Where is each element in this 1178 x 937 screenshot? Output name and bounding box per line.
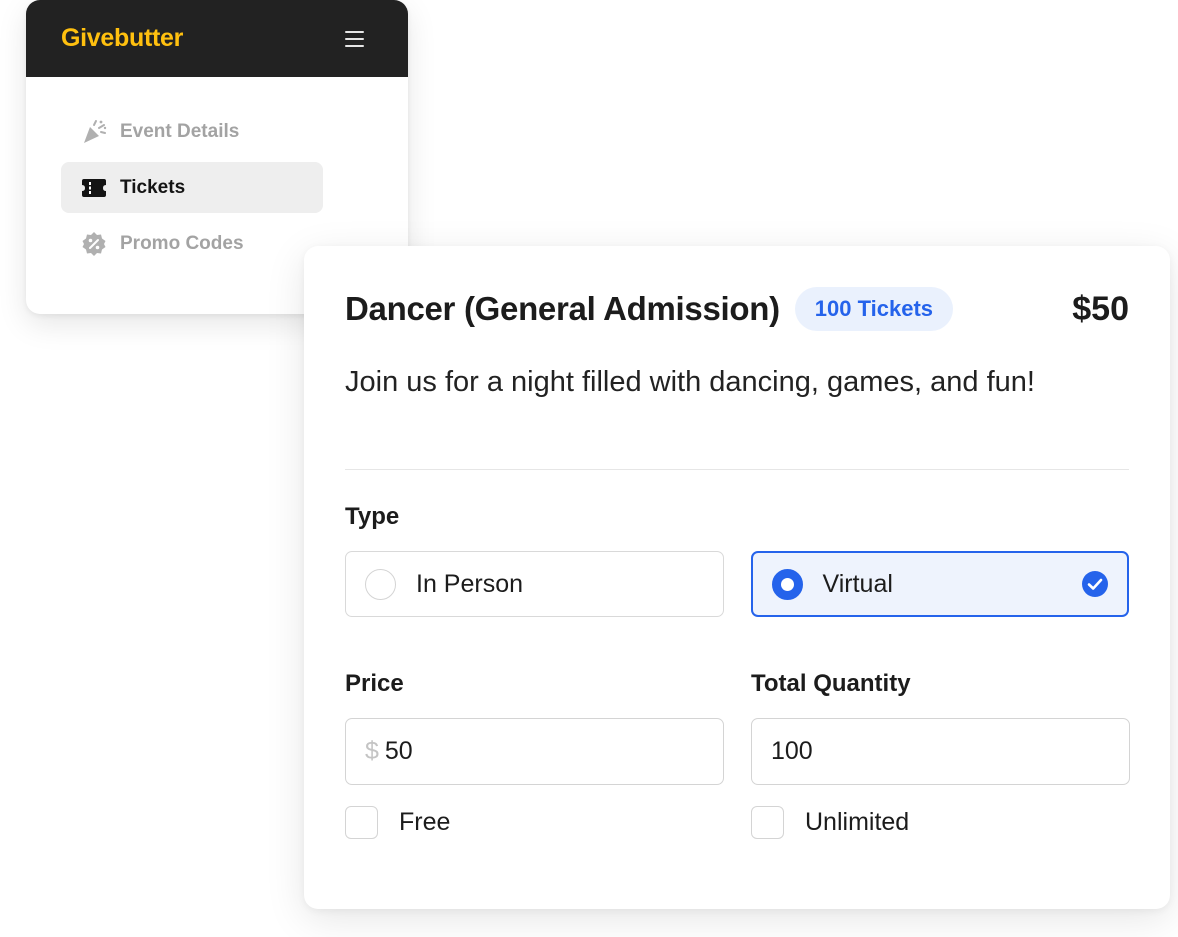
sidebar-item-label: Event Details <box>120 120 240 142</box>
ticket-price: $50 <box>1072 289 1129 328</box>
sidebar-item-tickets[interactable]: Tickets <box>61 162 323 213</box>
sidebar-item-label: Tickets <box>120 176 186 198</box>
percent-badge-icon <box>81 231 107 257</box>
free-checkbox[interactable] <box>345 806 378 839</box>
radio-button-selected[interactable] <box>771 568 803 600</box>
ticket-icon <box>81 175 107 201</box>
sidebar-nav: Event Details Tickets Promo Codes <box>26 77 408 269</box>
quantity-label: Total Quantity <box>751 670 911 697</box>
hamburger-menu-icon[interactable] <box>345 30 364 47</box>
givebutter-logo[interactable]: Givebutter <box>61 24 183 53</box>
free-checkbox-row[interactable]: Free <box>345 806 724 839</box>
type-option-virtual[interactable]: Virtual <box>750 551 1129 617</box>
unlimited-checkbox[interactable] <box>751 806 784 839</box>
price-input[interactable]: $ 50 <box>345 718 724 785</box>
price-label: Price <box>345 670 404 697</box>
price-column: Price $ 50 Free <box>345 670 724 839</box>
type-option-label: Virtual <box>822 569 893 598</box>
price-quantity-row: Price $ 50 Free Total Quantity 100 Unlim… <box>345 670 1130 839</box>
type-option-label: In Person <box>416 569 524 598</box>
type-option-in-person[interactable]: In Person <box>345 551 724 617</box>
check-circle-icon <box>1081 570 1109 598</box>
ticket-count-badge: 100 Tickets <box>794 287 954 331</box>
sidebar-item-label: Promo Codes <box>120 232 244 254</box>
divider <box>345 469 1129 470</box>
ticket-editor-card: Dancer (General Admission) 100 Tickets $… <box>304 246 1170 909</box>
price-value: 50 <box>384 737 413 765</box>
quantity-column: Total Quantity 100 Unlimited <box>751 670 1130 839</box>
radio-button[interactable] <box>365 568 396 600</box>
quantity-input[interactable]: 100 <box>751 718 1130 785</box>
ticket-title-row: Dancer (General Admission) 100 Tickets $… <box>345 286 1129 332</box>
sidebar-header: Givebutter <box>26 0 408 77</box>
unlimited-checkbox-row[interactable]: Unlimited <box>751 806 1130 839</box>
type-options: In Person Virtual <box>345 551 1129 617</box>
quantity-value: 100 <box>771 737 813 765</box>
type-label: Type <box>345 503 400 530</box>
sidebar-item-event-details[interactable]: Event Details <box>61 106 323 157</box>
free-label: Free <box>399 808 451 836</box>
sidebar-item-promo-codes[interactable]: Promo Codes <box>61 218 323 269</box>
currency-symbol: $ <box>365 737 379 765</box>
party-popper-icon <box>81 119 107 145</box>
unlimited-label: Unlimited <box>805 808 910 836</box>
ticket-title: Dancer (General Admission) <box>345 290 780 327</box>
ticket-description: Join us for a night filled with dancing,… <box>345 366 1035 398</box>
